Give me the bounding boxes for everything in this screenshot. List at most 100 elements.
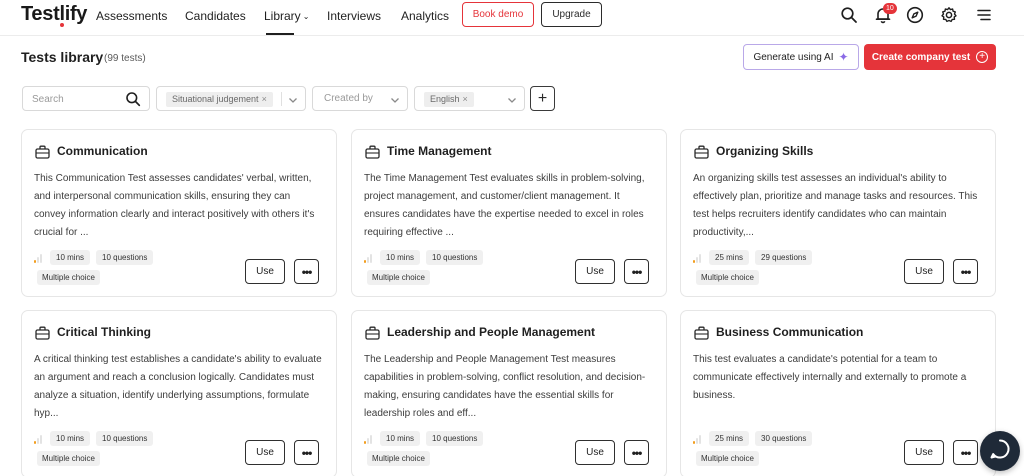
- card-meta: 25 mins 30 questions: [693, 431, 813, 446]
- testlify-logo[interactable]: Testlify: [21, 3, 87, 26]
- test-card-4[interactable]: Critical Thinking A critical thinking te…: [21, 310, 337, 476]
- select-divider: [281, 92, 282, 106]
- briefcase-icon: [35, 326, 50, 345]
- more-options-button[interactable]: •••: [624, 440, 649, 465]
- chevron-down-icon[interactable]: [389, 93, 401, 111]
- card-description: This Communication Test assesses candida…: [34, 173, 315, 238]
- filter-chip-language: English ×: [424, 92, 474, 107]
- search-input[interactable]: [32, 92, 122, 106]
- nav-link-analytics[interactable]: Analytics: [401, 9, 449, 23]
- more-options-button[interactable]: •••: [624, 259, 649, 284]
- test-card-5[interactable]: Leadership and People Management The Lea…: [351, 310, 667, 476]
- filter-chip-type: Situational judgement ×: [166, 92, 273, 107]
- difficulty-icon: [34, 434, 44, 444]
- use-button[interactable]: Use: [575, 259, 615, 284]
- questions-pill: 30 questions: [755, 431, 813, 446]
- nav-link-assessments[interactable]: Assessments: [96, 9, 167, 23]
- chat-support-button[interactable]: [980, 431, 1020, 471]
- created-by-select[interactable]: Created by: [312, 86, 408, 111]
- menu-icon[interactable]: [975, 6, 993, 24]
- remove-chip-icon[interactable]: ×: [463, 94, 468, 104]
- upgrade-button[interactable]: Upgrade: [541, 2, 602, 27]
- question-type-pill: Multiple choice: [696, 451, 759, 466]
- test-card-2[interactable]: Time Management The Time Management Test…: [351, 129, 667, 297]
- plus-icon: +: [537, 89, 548, 107]
- card-description: This test evaluates a candidate's potent…: [693, 354, 967, 401]
- more-options-button[interactable]: •••: [294, 440, 319, 465]
- more-options-button[interactable]: •••: [953, 440, 978, 465]
- duration-pill: 10 mins: [380, 431, 421, 446]
- card-title[interactable]: Critical Thinking: [57, 325, 151, 339]
- use-button[interactable]: Use: [575, 440, 615, 465]
- difficulty-icon: [364, 434, 374, 444]
- question-type-pill: Multiple choice: [367, 270, 430, 285]
- test-type-select[interactable]: Situational judgement ×: [156, 86, 306, 111]
- gear-icon[interactable]: [940, 6, 958, 24]
- duration-pill: 10 mins: [50, 250, 91, 265]
- card-description: The Leadership and People Management Tes…: [364, 354, 646, 419]
- nav-link-candidates[interactable]: Candidates: [185, 9, 246, 23]
- filter-chip-type-label: Situational judgement: [172, 94, 259, 104]
- card-title[interactable]: Business Communication: [716, 325, 863, 339]
- duration-pill: 10 mins: [50, 431, 91, 446]
- remove-chip-icon[interactable]: ×: [262, 94, 267, 104]
- test-card-6[interactable]: Business Communication This test evaluat…: [680, 310, 996, 476]
- create-company-test-button[interactable]: Create company test +: [864, 44, 996, 70]
- created-by-placeholder: Created by: [324, 93, 373, 104]
- search-icon[interactable]: [840, 6, 858, 24]
- card-title[interactable]: Time Management: [387, 144, 491, 158]
- briefcase-icon: [694, 145, 709, 164]
- more-options-button[interactable]: •••: [294, 259, 319, 284]
- difficulty-icon: [693, 434, 703, 444]
- question-type-pill: Multiple choice: [37, 270, 100, 285]
- add-filter-button[interactable]: +: [530, 86, 555, 111]
- use-button[interactable]: Use: [904, 259, 944, 284]
- card-meta: 10 mins 10 questions: [34, 431, 154, 446]
- duration-pill: 25 mins: [709, 250, 750, 265]
- page-title: Tests library: [21, 49, 104, 65]
- duration-pill: 25 mins: [709, 431, 750, 446]
- active-tab-indicator: [266, 33, 294, 35]
- question-type-pill: Multiple choice: [696, 270, 759, 285]
- use-button[interactable]: Use: [904, 440, 944, 465]
- search-box: [22, 86, 150, 111]
- nav-link-library[interactable]: Library ⌄: [264, 9, 309, 23]
- chevron-down-icon[interactable]: [506, 93, 518, 111]
- use-button[interactable]: Use: [245, 440, 285, 465]
- questions-pill: 10 questions: [426, 431, 484, 446]
- ellipsis-icon: •••: [960, 264, 972, 279]
- card-description: An organizing skills test assesses an in…: [693, 173, 978, 238]
- briefcase-icon: [35, 145, 50, 164]
- duration-pill: 10 mins: [380, 250, 421, 265]
- briefcase-icon: [694, 326, 709, 345]
- card-meta: 25 mins 29 questions: [693, 250, 813, 265]
- card-description: The Time Management Test evaluates skill…: [364, 173, 645, 238]
- question-type-pill: Multiple choice: [37, 451, 100, 466]
- use-button[interactable]: Use: [245, 259, 285, 284]
- briefcase-icon: [365, 326, 380, 345]
- card-title[interactable]: Organizing Skills: [716, 144, 813, 158]
- chevron-down-icon: ⌄: [302, 12, 310, 21]
- nav-link-interviews[interactable]: Interviews: [327, 9, 381, 23]
- chevron-down-icon[interactable]: [287, 93, 299, 111]
- card-title[interactable]: Leadership and People Management: [387, 325, 595, 339]
- card-title[interactable]: Communication: [57, 144, 148, 158]
- more-options-button[interactable]: •••: [953, 259, 978, 284]
- questions-pill: 10 questions: [96, 250, 154, 265]
- notification-badge: 10: [883, 3, 897, 14]
- card-meta: 10 mins 10 questions: [364, 431, 484, 446]
- questions-pill: 10 questions: [96, 431, 154, 446]
- test-card-1[interactable]: Communication This Communication Test as…: [21, 129, 337, 297]
- compass-icon[interactable]: [906, 6, 924, 24]
- generate-ai-label: Generate using AI: [753, 51, 834, 63]
- test-card-3[interactable]: Organizing Skills An organizing skills t…: [680, 129, 996, 297]
- ellipsis-icon: •••: [631, 445, 643, 460]
- language-select[interactable]: English ×: [414, 86, 525, 111]
- top-navigation: Testlify Assessments Candidates Library ⌄…: [0, 0, 1024, 36]
- book-demo-button[interactable]: Book demo: [462, 2, 534, 27]
- card-description: A critical thinking test establishes a c…: [34, 354, 322, 419]
- plus-circle-icon: +: [976, 51, 989, 63]
- generate-ai-button[interactable]: Generate using AI ✦: [743, 44, 859, 70]
- search-icon[interactable]: [125, 91, 141, 112]
- card-meta: 10 mins 10 questions: [364, 250, 484, 265]
